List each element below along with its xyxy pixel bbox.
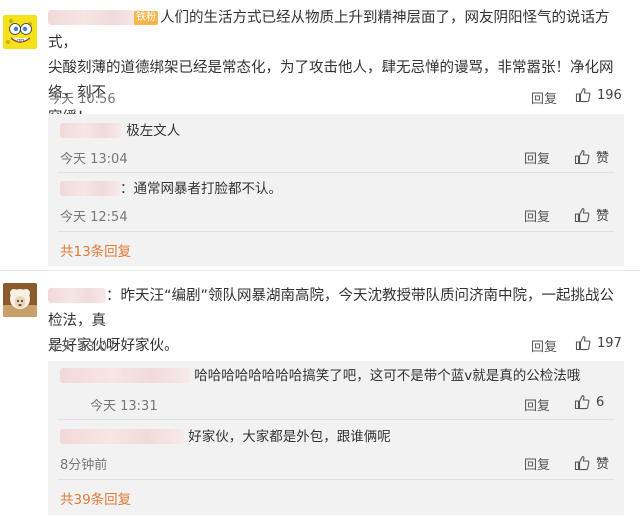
comment-text: 铁粉 人们的生活方式已经从物质上升到精神层面了，网友阴阳怪气的说话方式， 尖酸刻薄… bbox=[48, 6, 626, 131]
comment-time: 今天 13:07 bbox=[48, 340, 116, 355]
reply-text: 好家伙，大家都是外包，跟谁俩呢 bbox=[60, 425, 391, 450]
thumbs-up-icon bbox=[575, 88, 591, 103]
reply-text-content: 哈哈哈哈哈哈哈哈搞笑了吧，这可不是带个蓝v就是真的公检法哦 bbox=[194, 368, 581, 384]
reply-thread: 极左文人 今天 13:04 回复 赞 ：通常网暴者打脸都不认。 今天 12:54… bbox=[48, 114, 624, 266]
reply-text-content: ：通常网暴者打脸都不认。 bbox=[120, 181, 282, 197]
username-blurred[interactable] bbox=[60, 181, 120, 196]
reply-button[interactable]: 回复 bbox=[524, 206, 550, 225]
reply-text: ：通常网暴者打脸都不认。 bbox=[60, 177, 282, 202]
more-replies-link[interactable]: 共13条回复 bbox=[60, 240, 131, 260]
reply-time: 今天 13:04 bbox=[60, 152, 128, 167]
comment-feed: 铁粉 人们的生活方式已经从物质上升到精神层面了，网友阴阳怪气的说话方式， 尖酸刻薄… bbox=[0, 0, 640, 517]
thumbs-up-icon bbox=[574, 149, 590, 164]
like-button[interactable]: 6 bbox=[574, 394, 604, 410]
thumbs-up-icon bbox=[574, 455, 590, 470]
reply-time: 今天 12:54 bbox=[60, 210, 128, 225]
avatar-sheep[interactable] bbox=[3, 283, 37, 317]
reply-text: 极左文人 bbox=[60, 119, 180, 144]
reply-text-content: 好家伙，大家都是外包，跟谁俩呢 bbox=[188, 429, 391, 445]
username-blurred[interactable] bbox=[60, 123, 122, 138]
like-count: 196 bbox=[597, 87, 622, 103]
avatar-spongebob[interactable] bbox=[3, 15, 37, 49]
comment-divider bbox=[0, 270, 640, 271]
reply-divider bbox=[58, 419, 614, 420]
reply-thread: 哈哈哈哈哈哈哈哈搞笑了吧，这可不是带个蓝v就是真的公检法哦 今天 13:31 回… bbox=[48, 361, 624, 515]
more-replies-link[interactable]: 共39条回复 bbox=[60, 488, 131, 508]
reply-divider bbox=[58, 479, 614, 480]
comment-text-line1: ：昨天汪“编剧”领队网暴湖南高院，今天沈教授带队质问济南中院，一起挑战公检法，真 bbox=[48, 288, 615, 329]
reply-button[interactable]: 回复 bbox=[524, 148, 550, 167]
like-button[interactable]: 赞 bbox=[574, 205, 609, 224]
reply-text: 哈哈哈哈哈哈哈哈搞笑了吧，这可不是带个蓝v就是真的公检法哦 bbox=[60, 364, 580, 389]
like-label: 赞 bbox=[596, 209, 610, 224]
reply-button[interactable]: 回复 bbox=[531, 88, 557, 107]
spongebob-avatar-icon bbox=[3, 15, 37, 49]
like-label: 赞 bbox=[596, 151, 610, 166]
reply-button[interactable]: 回复 bbox=[524, 454, 550, 473]
reply-divider bbox=[58, 231, 614, 232]
like-button[interactable]: 197 bbox=[575, 335, 622, 351]
thumbs-up-icon bbox=[574, 395, 590, 410]
reply-time: 今天 13:31 bbox=[90, 399, 158, 414]
like-button[interactable]: 赞 bbox=[574, 453, 609, 472]
like-count: 197 bbox=[597, 335, 622, 351]
like-count: 6 bbox=[596, 394, 605, 410]
thumbs-up-icon bbox=[575, 336, 591, 351]
comment-time: 今天 10:56 bbox=[48, 92, 116, 107]
like-label: 赞 bbox=[596, 457, 610, 472]
username-blurred[interactable] bbox=[60, 368, 190, 383]
username-blurred[interactable] bbox=[48, 288, 106, 303]
reply-time: 8分钟前 bbox=[60, 458, 108, 473]
reply-divider bbox=[58, 172, 614, 173]
like-button[interactable]: 196 bbox=[575, 87, 622, 103]
username-blurred[interactable] bbox=[48, 10, 140, 25]
username-blurred[interactable] bbox=[60, 429, 184, 444]
reply-text-content: 极左文人 bbox=[126, 123, 181, 139]
reply-button[interactable]: 回复 bbox=[531, 336, 557, 355]
like-button[interactable]: 赞 bbox=[574, 147, 609, 166]
comment-text-line2: 尖酸刻薄的道德绑架已经是常态化，为了攻击他人，肆无忌惮的谩骂，非常嚣张！净化网络… bbox=[48, 60, 614, 101]
reply-button[interactable]: 回复 bbox=[524, 395, 550, 414]
sheep-avatar-icon bbox=[3, 283, 37, 317]
fan-badge: 铁粉 bbox=[134, 11, 158, 25]
thumbs-up-icon bbox=[574, 207, 590, 222]
